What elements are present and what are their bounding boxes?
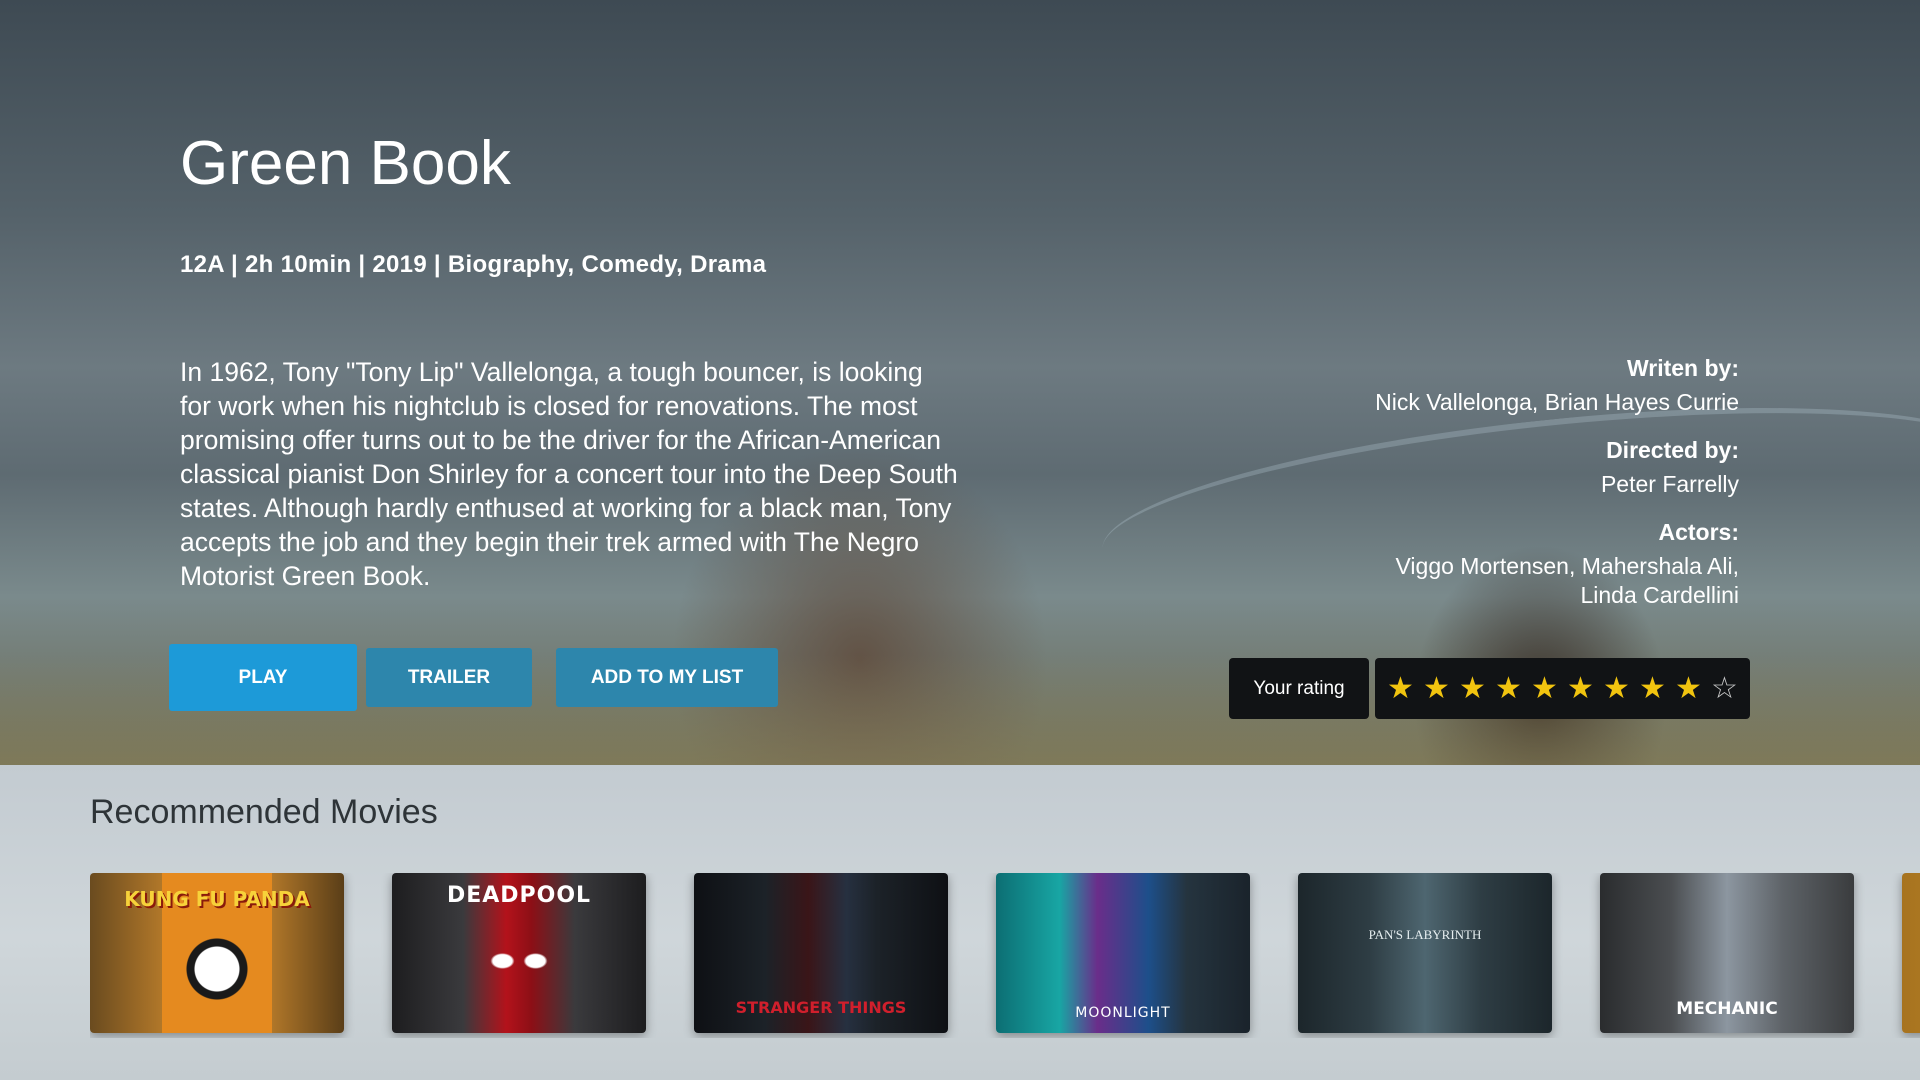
poster-title: MOONLIGHT [1075, 1005, 1171, 1021]
poster-kung-fu-panda[interactable]: KUNG FU PANDA [90, 873, 344, 1033]
movie-meta: 12A | 2h 10min | 2019 | Biography, Comed… [180, 251, 767, 278]
poster-title: MECHANIC [1676, 999, 1778, 1019]
star-filled-icon[interactable]: ★ [1638, 673, 1668, 704]
actors-value: Viggo Mortensen, Mahershala Ali, Linda C… [1395, 553, 1740, 608]
star-filled-icon[interactable]: ★ [1602, 673, 1632, 704]
star-filled-icon[interactable]: ★ [1674, 673, 1704, 704]
add-to-my-list-button[interactable]: ADD TO MY LIST [556, 648, 778, 707]
movie-description: In 1962, Tony "Tony Lip" Vallelonga, a t… [180, 357, 958, 591]
credits-panel: Writen by: Nick Vallelonga, Brian Hayes … [1219, 355, 1739, 630]
poster-partial[interactable] [1902, 873, 1920, 1033]
movie-title: Green Book [180, 129, 511, 198]
poster-stranger-things[interactable]: STRANGER THINGS [694, 873, 948, 1033]
star-filled-icon[interactable]: ★ [1494, 673, 1524, 704]
recommended-title: Recommended Movies [90, 793, 438, 831]
hero-backdrop: Green Book 12A | 2h 10min | 2019 | Biogr… [0, 0, 1920, 765]
play-button[interactable]: PLAY [169, 644, 357, 711]
star-empty-icon[interactable]: ☆ [1710, 673, 1740, 704]
poster-deadpool[interactable]: DEADPOOL [392, 873, 646, 1033]
poster-pans-labyrinth[interactable]: PAN'S LABYRINTH [1298, 873, 1552, 1033]
poster-title: STRANGER THINGS [735, 998, 907, 1017]
poster-row: KUNG FU PANDA DEADPOOL STRANGER THINGS M… [90, 873, 1920, 1038]
poster-moonlight[interactable]: MOONLIGHT [996, 873, 1250, 1033]
poster-title: DEADPOOL [446, 883, 592, 908]
star-filled-icon[interactable]: ★ [1386, 673, 1416, 704]
director-value: Peter Farrelly [1600, 471, 1739, 497]
your-rating-label: Your rating [1229, 658, 1369, 719]
poster-title: PAN'S LABYRINTH [1368, 927, 1482, 942]
actors-label: Actors: [1658, 519, 1739, 545]
poster-mechanic[interactable]: MECHANIC [1600, 873, 1854, 1033]
star-filled-icon[interactable]: ★ [1458, 673, 1488, 704]
star-filled-icon[interactable]: ★ [1530, 673, 1560, 704]
star-filled-icon[interactable]: ★ [1566, 673, 1596, 704]
director-label: Directed by: [1606, 437, 1739, 463]
trailer-button[interactable]: TRAILER [366, 648, 532, 707]
writer-label: Writen by: [1626, 355, 1739, 381]
star-filled-icon[interactable]: ★ [1422, 673, 1452, 704]
star-rating[interactable]: ★ ★ ★ ★ ★ ★ ★ ★ ★ ☆ [1375, 658, 1750, 719]
writer-value: Nick Vallelonga, Brian Hayes Currie [1375, 389, 1739, 415]
poster-title: KUNG FU PANDA [124, 887, 310, 911]
recommended-section: Recommended Movies KUNG FU PANDA DEADPOO… [0, 765, 1920, 1080]
